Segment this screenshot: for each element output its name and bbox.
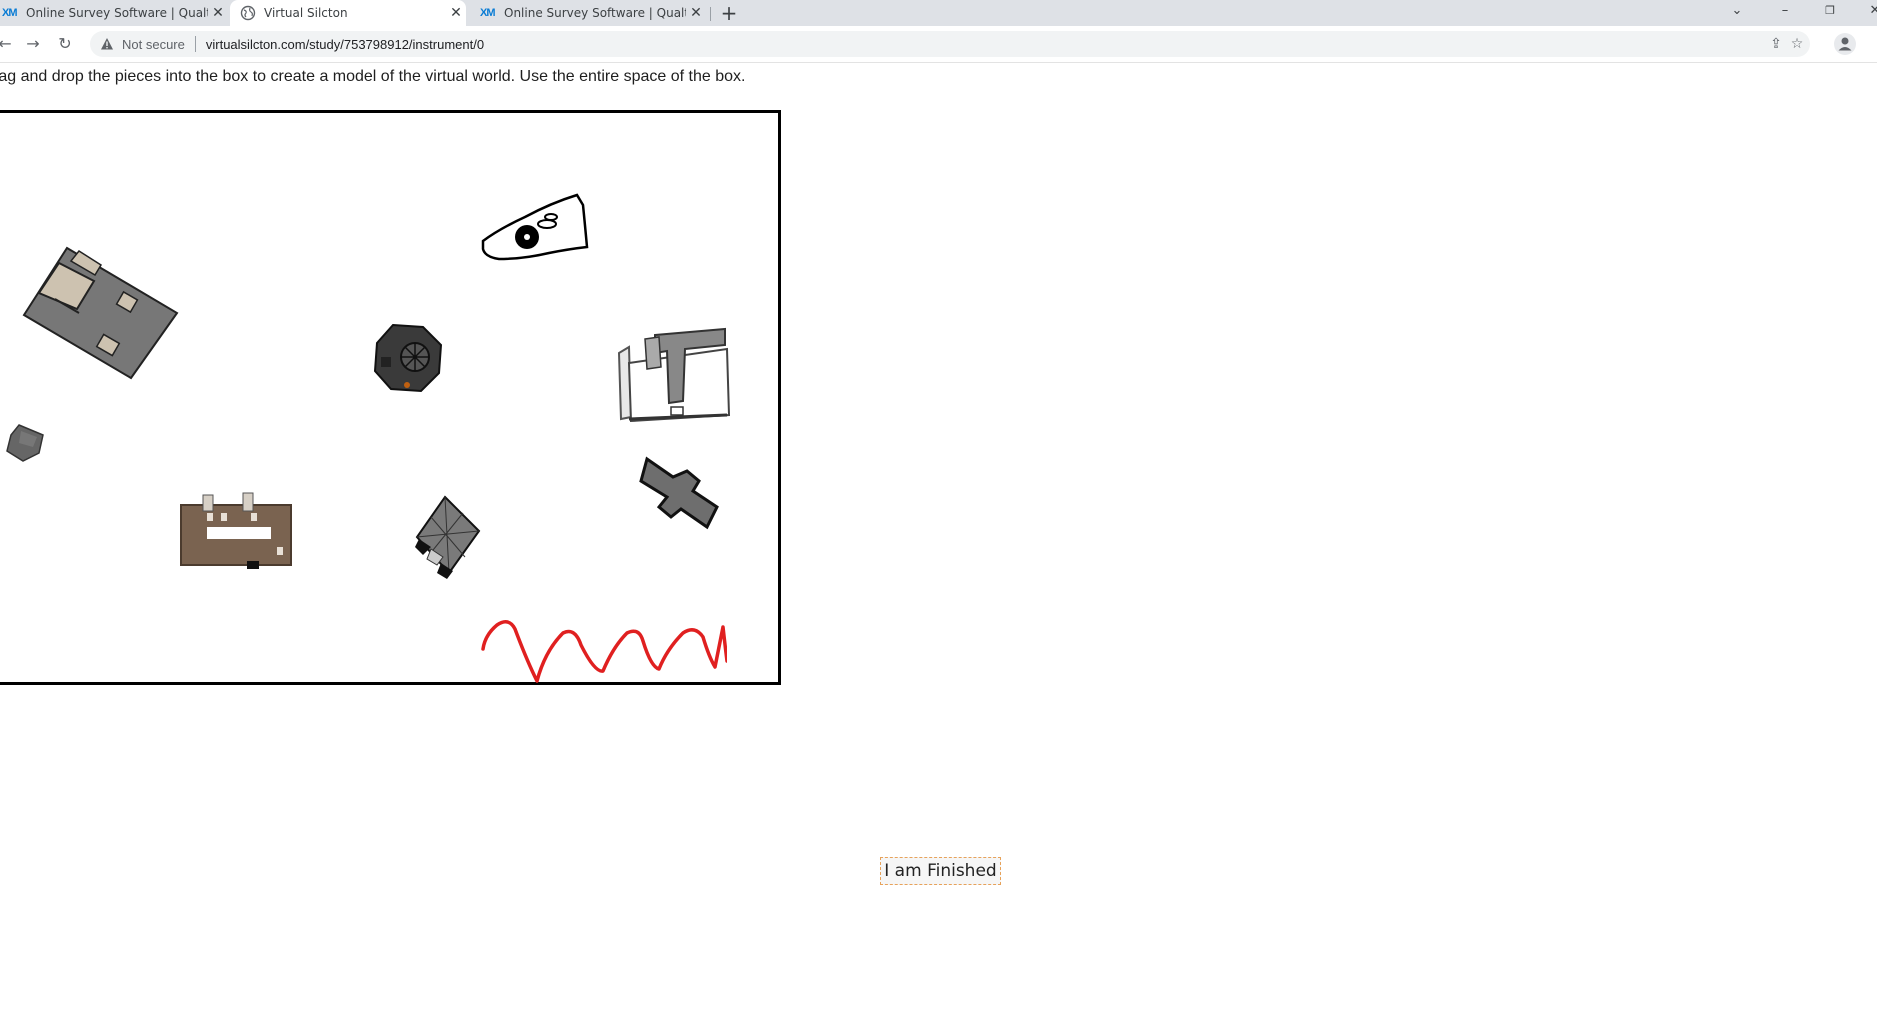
building-gray-rect-piece[interactable] [19,243,179,383]
omnibox-separator [194,36,196,52]
close-tab-icon[interactable]: ✕ [446,5,466,21]
bookmark-star-icon[interactable]: ☆ [1786,31,1808,57]
tab-strip: XM Online Survey Software | Qualtrics ✕ … [0,0,1877,26]
tab-virtual-silcton[interactable]: Virtual Silcton ✕ [230,0,466,26]
tab-title: Virtual Silcton [264,6,348,20]
qualtrics-xm-icon: XM [2,7,18,19]
restore-icon[interactable]: ❐ [1815,0,1845,26]
back-arrow-icon[interactable]: ← [0,33,16,55]
url-text[interactable]: virtualsilcton.com/study/753798912/instr… [206,37,484,52]
building-cross-piece[interactable] [637,455,721,531]
building-dark-octagon-piece[interactable] [371,321,445,395]
forward-arrow-icon[interactable]: → [22,33,44,55]
globe-icon [240,5,256,21]
instructions-text: rag and drop the pieces into the box to … [0,68,746,85]
red-zigzag-piece[interactable] [475,605,727,689]
profile-avatar[interactable] [1834,33,1856,55]
warning-triangle-icon [101,38,113,50]
finish-button[interactable]: I am Finished [880,857,1001,885]
building-small-gray-piece[interactable] [3,421,47,465]
close-tab-icon[interactable]: ✕ [686,5,706,21]
minimize-icon[interactable]: – [1770,0,1800,26]
tab-title: Online Survey Software | Qualtrics [504,6,686,20]
building-diamond-piece[interactable] [413,493,483,579]
new-tab-button[interactable]: + [718,0,740,26]
building-white-complex-piece[interactable] [615,327,733,431]
page: XM Online Survey Software | Qualtrics ✕ … [0,0,1877,1017]
building-brown-piece[interactable] [177,491,295,571]
person-icon [1838,37,1852,51]
tab-separator [710,7,711,21]
building-sketch-piece[interactable] [479,189,591,269]
not-secure-label[interactable]: Not secure [122,37,185,52]
map-drop-box[interactable] [0,110,781,685]
tab-qualtrics-1[interactable]: XM Online Survey Software | Qualtrics ✕ [0,0,228,26]
share-icon[interactable]: ⇪ [1765,31,1787,57]
tab-search-chevron-down-icon[interactable]: ⌄ [1722,0,1752,26]
close-window-icon[interactable]: ✕ [1860,0,1877,26]
tab-qualtrics-2[interactable]: XM Online Survey Software | Qualtrics ✕ [478,0,706,26]
reload-icon[interactable]: ↻ [54,33,76,55]
address-bar[interactable]: Not secure virtualsilcton.com/study/7537… [90,31,1810,57]
close-tab-icon[interactable]: ✕ [208,5,228,21]
browser-toolbar: ← → ↻ Not secure virtualsilcton.com/stud… [0,26,1877,63]
qualtrics-xm-icon: XM [480,7,496,19]
tab-title: Online Survey Software | Qualtrics [26,6,208,20]
